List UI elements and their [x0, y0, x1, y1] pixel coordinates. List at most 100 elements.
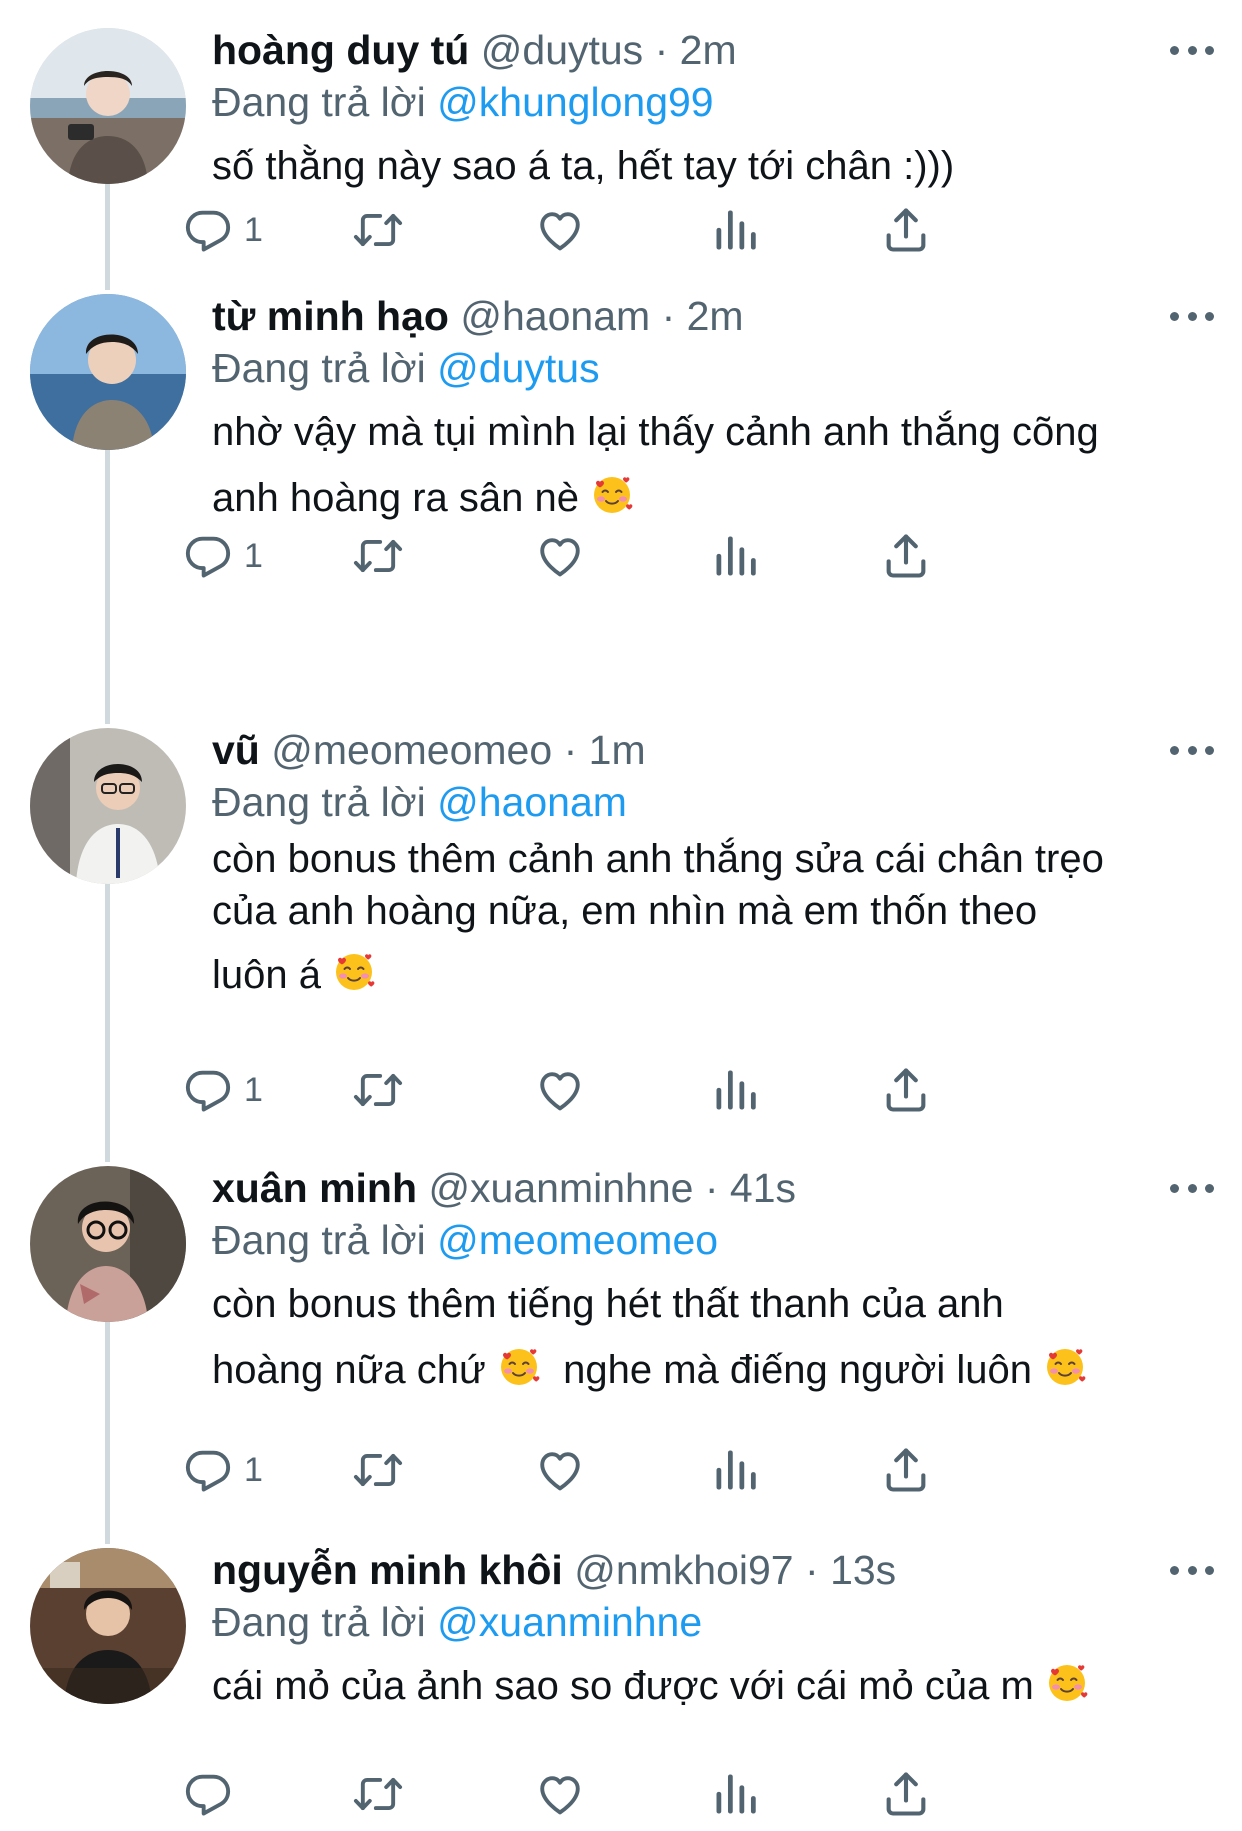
replying-to-mention[interactable]: @haonam	[437, 779, 627, 825]
smiling-face-with-hearts-emoji	[332, 950, 376, 994]
more-icon[interactable]	[1170, 1560, 1214, 1580]
separator-dot: ·	[654, 27, 669, 73]
reply-count: 1	[244, 1450, 263, 1489]
more-icon[interactable]	[1170, 1178, 1214, 1198]
like-button[interactable]	[534, 1444, 586, 1496]
avatar[interactable]	[30, 1548, 186, 1704]
tweet-header: vũ @meomeomeo · 1m	[212, 726, 1212, 774]
tweet-text: cái mỏ của ảnh sao so được với cái mỏ củ…	[212, 1653, 1212, 1719]
replying-to-label: Đang trả lời	[212, 779, 426, 825]
retweet-button[interactable]	[352, 1768, 404, 1820]
replying-to: Đang trả lời @duytus	[212, 343, 1212, 393]
replying-to: Đang trả lời @meomeomeo	[212, 1215, 1212, 1265]
retweet-icon	[352, 1064, 404, 1116]
reply-button[interactable]: 1	[182, 1064, 263, 1116]
reply-count: 1	[244, 210, 263, 249]
share-button[interactable]	[880, 1768, 932, 1820]
reply-button[interactable]: 1	[182, 1444, 263, 1496]
like-button[interactable]	[534, 1768, 586, 1820]
smiling-face-with-hearts-emoji	[1043, 1345, 1087, 1389]
tweet-text-line: nhờ vậy mà tụi mình lại thấy cảnh anh th…	[212, 410, 1099, 454]
tweet-header: hoàng duy tú @duytus · 2m	[212, 26, 1212, 74]
separator-dot: ·	[704, 1165, 719, 1211]
share-button[interactable]	[880, 1444, 932, 1496]
smiling-face-with-hearts-emoji	[1045, 1661, 1089, 1705]
views-button[interactable]	[710, 1768, 762, 1820]
smiling-face-with-hearts-emoji	[590, 473, 634, 517]
replying-to: Đang trả lời @khunglong99	[212, 77, 1212, 127]
views-button[interactable]	[710, 530, 762, 582]
username[interactable]: @haonam	[460, 293, 650, 339]
avatar[interactable]	[30, 728, 186, 884]
tweet-text-line: số thằng này sao á ta, hết tay tới chân …	[212, 144, 955, 188]
views-icon	[710, 1064, 762, 1116]
replying-to-label: Đang trả lời	[212, 1599, 426, 1645]
replying-to-mention[interactable]: @meomeomeo	[437, 1217, 718, 1263]
share-button[interactable]	[880, 1064, 932, 1116]
reply-button[interactable]	[182, 1768, 244, 1820]
reply-button[interactable]: 1	[182, 204, 263, 256]
views-button[interactable]	[710, 1444, 762, 1496]
retweet-button[interactable]	[352, 530, 404, 582]
reply-icon	[182, 1064, 234, 1116]
tweet-text-line: còn bonus thêm tiếng hét thất thanh của …	[212, 1282, 1004, 1326]
like-button[interactable]	[534, 530, 586, 582]
more-icon[interactable]	[1170, 306, 1214, 326]
timestamp[interactable]: 2m	[680, 27, 737, 73]
views-button[interactable]	[710, 1064, 762, 1116]
retweet-icon	[352, 204, 404, 256]
tweet-text: còn bonus thêm tiếng hét thất thanh của …	[212, 1271, 1212, 1403]
username[interactable]: @duytus	[481, 27, 643, 73]
separator-dot: ·	[805, 1547, 819, 1593]
display-name[interactable]: xuân minh	[212, 1165, 417, 1211]
username[interactable]: @meomeomeo	[271, 727, 552, 773]
replying-to-label: Đang trả lời	[212, 1217, 426, 1263]
display-name[interactable]: từ minh hạo	[212, 293, 449, 339]
avatar[interactable]	[30, 294, 186, 450]
thread-line	[105, 438, 110, 724]
timestamp[interactable]: 2m	[687, 293, 744, 339]
timestamp[interactable]: 41s	[730, 1165, 796, 1211]
avatar[interactable]	[30, 28, 186, 184]
timestamp[interactable]: 1m	[589, 727, 646, 773]
action-bar: 1	[212, 1064, 1112, 1116]
share-icon	[880, 204, 932, 256]
tweet-text-line: còn bonus thêm cảnh anh thắng sửa cái ch…	[212, 837, 1104, 881]
display-name[interactable]: vũ	[212, 727, 260, 773]
reply-button[interactable]: 1	[182, 530, 263, 582]
retweet-button[interactable]	[352, 1444, 404, 1496]
tweet-text-line: cái mỏ của ảnh sao so được với cái mỏ củ…	[212, 1653, 1212, 1719]
like-button[interactable]	[534, 204, 586, 256]
views-icon	[710, 1768, 762, 1820]
views-icon	[710, 530, 762, 582]
like-icon	[534, 1444, 586, 1496]
username[interactable]: @xuanminhne	[428, 1165, 693, 1211]
more-icon[interactable]	[1170, 740, 1214, 760]
tweet-text-line: luôn á	[212, 949, 1212, 1001]
more-icon[interactable]	[1170, 40, 1214, 60]
reply-icon	[182, 1768, 234, 1820]
share-icon	[880, 1768, 932, 1820]
replying-to: Đang trả lời @xuanminhne	[212, 1597, 1212, 1647]
tweet-text: nhờ vậy mà tụi mình lại thấy cảnh anh th…	[212, 399, 1212, 531]
replying-to-label: Đang trả lời	[212, 79, 426, 125]
retweet-icon	[352, 530, 404, 582]
replying-to-mention[interactable]: @khunglong99	[437, 79, 713, 125]
avatar[interactable]	[30, 1166, 186, 1322]
reply-icon	[182, 530, 234, 582]
username[interactable]: @nmkhoi97	[574, 1547, 793, 1593]
timestamp[interactable]: 13s	[830, 1547, 896, 1593]
like-button[interactable]	[534, 1064, 586, 1116]
share-button[interactable]	[880, 530, 932, 582]
thread-line	[105, 872, 110, 1162]
display-name[interactable]: nguyễn minh khôi	[212, 1547, 563, 1593]
views-button[interactable]	[710, 204, 762, 256]
replying-to-mention[interactable]: @duytus	[437, 345, 599, 391]
tweet-text: số thằng này sao á ta, hết tay tới chân …	[212, 133, 1212, 199]
share-button[interactable]	[880, 204, 932, 256]
display-name[interactable]: hoàng duy tú	[212, 27, 469, 73]
retweet-button[interactable]	[352, 1064, 404, 1116]
replying-to-mention[interactable]: @xuanminhne	[437, 1599, 702, 1645]
tweet-text-line: hoàng nữa chứ nghe mà điếng người luôn	[212, 1337, 1212, 1403]
retweet-button[interactable]	[352, 204, 404, 256]
